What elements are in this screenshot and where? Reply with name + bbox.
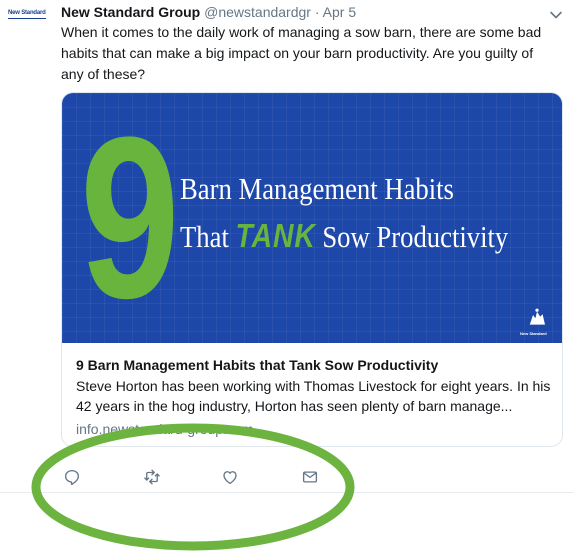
- reply-icon[interactable]: [61, 466, 83, 488]
- link-card[interactable]: 9 Barn Management Habits That TANK Sow P…: [61, 92, 563, 447]
- avatar[interactable]: New Standard: [8, 10, 48, 24]
- tweet-date[interactable]: Apr 5: [323, 4, 356, 20]
- retweet-icon[interactable]: [141, 466, 163, 488]
- tweet-header: New Standard Group @newstandardgr · Apr …: [61, 2, 356, 22]
- card-image-headline-line1: Barn Management Habits: [180, 171, 454, 206]
- tweet[interactable]: New Standard New Standard Group @newstan…: [0, 0, 574, 493]
- card-description: Steve Horton has been working with Thoma…: [76, 378, 551, 414]
- card-image-number: 9: [80, 92, 180, 346]
- avatar-logo-text: New Standard: [8, 10, 48, 19]
- chevron-down-icon[interactable]: [549, 8, 563, 22]
- headline-emphasis: TANK: [235, 217, 316, 254]
- card-image-headline-line2: That TANK Sow Productivity: [180, 217, 508, 255]
- card-image[interactable]: 9 Barn Management Habits That TANK Sow P…: [62, 93, 562, 343]
- headline-line2-before: That: [180, 219, 236, 254]
- tweet-text: When it comes to the daily work of manag…: [61, 24, 542, 82]
- brand-logo-label: New Standard: [520, 331, 547, 336]
- direct-message-icon[interactable]: [299, 466, 321, 488]
- brand-logo-icon: New Standard: [520, 307, 552, 337]
- author-name[interactable]: New Standard Group: [61, 4, 200, 20]
- like-icon[interactable]: [219, 466, 241, 488]
- headline-line2-after: Sow Productivity: [315, 219, 509, 254]
- card-url[interactable]: info.newstandard-group.com: [76, 419, 253, 439]
- tweet-actions: [61, 466, 441, 488]
- card-title[interactable]: 9 Barn Management Habits that Tank Sow P…: [76, 355, 552, 375]
- author-handle[interactable]: @newstandardgr: [204, 4, 311, 20]
- header-separator: ·: [314, 4, 320, 20]
